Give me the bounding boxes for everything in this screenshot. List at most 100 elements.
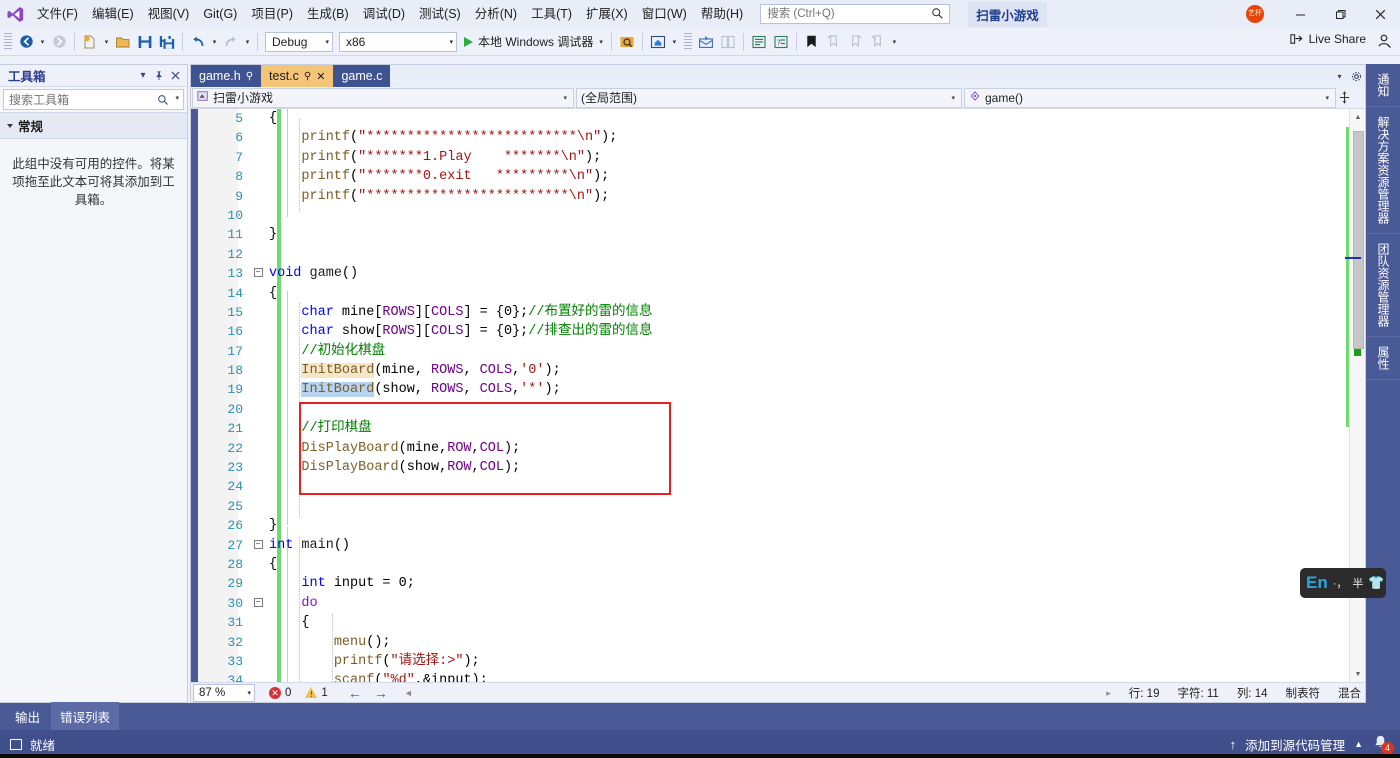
menu-item-2[interactable]: 视图(V) (141, 2, 197, 26)
scroll-up-icon[interactable]: ▲ (1350, 109, 1366, 125)
pin-icon[interactable]: ⚲ (304, 71, 311, 82)
global-search-box[interactable] (760, 4, 951, 24)
code-line[interactable]: 26} (191, 516, 1365, 535)
comment-selection-icon[interactable] (748, 31, 770, 53)
manage-accounts-icon[interactable] (1376, 33, 1392, 54)
fold-toggle-icon[interactable]: − (251, 264, 265, 283)
code-editor-surface[interactable]: 5{6 printf("**************************\n… (191, 109, 1365, 684)
next-bookmark-icon[interactable] (845, 31, 867, 53)
code-line[interactable]: 17 //初始化棋盘 (191, 342, 1365, 361)
undo-icon[interactable] (187, 31, 209, 53)
menu-item-10[interactable]: 扩展(X) (579, 2, 635, 26)
save-icon[interactable] (134, 31, 156, 53)
toggle-bookmark-icon[interactable] (801, 31, 823, 53)
save-all-icon[interactable] (156, 31, 178, 53)
scroll-down-icon[interactable]: ▼ (1350, 666, 1366, 682)
notifications-button[interactable]: 4 (1372, 734, 1394, 755)
open-file-icon[interactable] (112, 31, 134, 53)
redo-icon[interactable] (220, 31, 242, 53)
zoom-level-combo[interactable]: 87 % ▾ (193, 683, 255, 702)
undo-dropdown[interactable]: ▾ (209, 31, 220, 53)
line-ending-mode[interactable]: 混合 (1338, 685, 1361, 701)
code-line[interactable]: 11} (191, 225, 1365, 244)
menu-item-7[interactable]: 测试(S) (412, 2, 468, 26)
navbar-scope-combo[interactable]: (全局范围) ▾ (576, 87, 962, 108)
close-tab-icon[interactable]: ✕ (316, 70, 325, 83)
rail-tab-0[interactable]: 通知 (1366, 64, 1400, 107)
code-line[interactable]: 5{ (191, 109, 1365, 128)
code-line[interactable]: 28 { (191, 555, 1365, 574)
tabstrip-dropdown-icon[interactable]: ▾ (1331, 65, 1348, 87)
warning-count-chip[interactable]: ! 1 (305, 687, 328, 699)
code-line[interactable]: 12 (191, 245, 1365, 264)
live-share-button[interactable]: Live Share (1289, 31, 1366, 46)
navbar-member-combo[interactable]: game() ▾ (964, 87, 1336, 108)
chevron-up-icon[interactable]: ▲ (1354, 739, 1363, 749)
menu-item-3[interactable]: Git(G) (196, 2, 244, 26)
navigate-forward-icon[interactable] (48, 31, 70, 53)
code-line[interactable]: 15 char mine[ROWS][COLS] = {0};//布置好的雷的信… (191, 303, 1365, 322)
uncomment-selection-icon[interactable]: ? (770, 31, 792, 53)
status-overflow-icon[interactable]: ◄ (404, 688, 413, 698)
code-line[interactable]: 23 DisPlayBoard(show,ROW,COL); (191, 458, 1365, 477)
solution-configuration-combo[interactable]: Debug ▾ (265, 31, 333, 52)
new-project-dropdown[interactable]: ▾ (101, 31, 112, 53)
add-to-source-control-button[interactable]: 添加到源代码管理 (1245, 735, 1345, 754)
solution-platform-combo[interactable]: x86 ▾ (339, 31, 457, 52)
status-scroll-right-icon[interactable]: ▸ (1106, 688, 1111, 699)
split-editor-icon[interactable] (1337, 88, 1351, 108)
minimize-button[interactable] (1280, 0, 1320, 28)
rail-tab-1[interactable]: 解决方案资源管理器 (1366, 107, 1400, 234)
code-line[interactable]: 25 (191, 497, 1365, 516)
toolbox-dropdown-icon[interactable]: ▾ (135, 67, 151, 85)
toolbox-window-icon[interactable] (717, 31, 739, 53)
code-line[interactable]: 10 (191, 206, 1365, 225)
navigate-forward-icon[interactable]: → (368, 685, 394, 701)
global-search-input[interactable] (761, 7, 922, 21)
code-line[interactable]: 22 DisPlayBoard(mine,ROW,COL); (191, 439, 1365, 458)
toolbox-pin-icon[interactable] (151, 67, 167, 85)
rail-tab-3[interactable]: 属性 (1366, 337, 1400, 380)
toolbox-close-icon[interactable] (167, 67, 183, 85)
properties-window-icon[interactable] (695, 31, 717, 53)
error-count-chip[interactable]: ✕ 0 (269, 686, 291, 699)
code-line[interactable]: 24 (191, 477, 1365, 496)
code-line-list[interactable]: 5{6 printf("**************************\n… (191, 109, 1365, 684)
toolbox-search-input[interactable] (4, 91, 144, 108)
code-line[interactable]: 19 InitBoard(show, ROWS, COLS,'*'); (191, 380, 1365, 399)
toolbar-overflow-icon[interactable]: ▾ (889, 31, 900, 53)
document-tab-game-h[interactable]: game.h ⚲ (191, 65, 262, 87)
solution-explorer-home-icon[interactable] (647, 31, 669, 53)
solution-explorer-dropdown[interactable]: ▾ (669, 31, 680, 53)
toolbox-search-box[interactable]: ▾ (3, 89, 184, 110)
navigate-backward-dropdown[interactable]: ▾ (37, 31, 48, 53)
rail-tab-2[interactable]: 团队资源管理器 (1366, 234, 1400, 337)
ime-width-toggle[interactable]: 半 (1352, 575, 1363, 591)
ime-language-indicator[interactable]: En (1306, 573, 1328, 593)
menu-item-12[interactable]: 帮助(H) (694, 2, 750, 26)
clear-bookmarks-icon[interactable] (867, 31, 889, 53)
menu-item-0[interactable]: 文件(F) (30, 2, 85, 26)
code-line[interactable]: 13− void game() (191, 264, 1365, 283)
code-line[interactable]: 14 { (191, 284, 1365, 303)
menu-item-6[interactable]: 调试(D) (356, 2, 412, 26)
ime-punctuation-toggle[interactable]: ·， (1333, 575, 1348, 591)
toolbar-grip[interactable] (683, 32, 692, 51)
pin-icon[interactable]: ⚲ (246, 71, 253, 82)
navigate-backward-icon[interactable] (15, 31, 37, 53)
code-line[interactable]: 33 printf("请选择:>"); (191, 652, 1365, 671)
document-tab-test-c[interactable]: test.c ⚲ ✕ (261, 65, 334, 87)
fold-toggle-icon[interactable]: − (251, 594, 265, 613)
menu-item-1[interactable]: 编辑(E) (85, 2, 141, 26)
code-line[interactable]: 31 { (191, 613, 1365, 632)
navbar-project-combo[interactable]: 扫雷小游戏 ▾ (192, 87, 574, 108)
code-line[interactable]: 8 printf("*******0.exit *********\n"); (191, 167, 1365, 186)
bottom-tab-1[interactable]: 错误列表 (51, 702, 120, 731)
document-tab-game-c[interactable]: game.c (333, 65, 391, 87)
toolbox-search-options-icon[interactable]: ▾ (175, 94, 179, 102)
code-line[interactable]: 30− do (191, 594, 1365, 613)
scrollbar-thumb[interactable] (1353, 131, 1364, 349)
start-debugging-button[interactable]: 本地 Windows 调试器 ▾ (460, 31, 607, 53)
user-avatar[interactable]: 艺杯 (1246, 5, 1264, 23)
code-line[interactable]: 7 printf("*******1.Play *******\n"); (191, 148, 1365, 167)
